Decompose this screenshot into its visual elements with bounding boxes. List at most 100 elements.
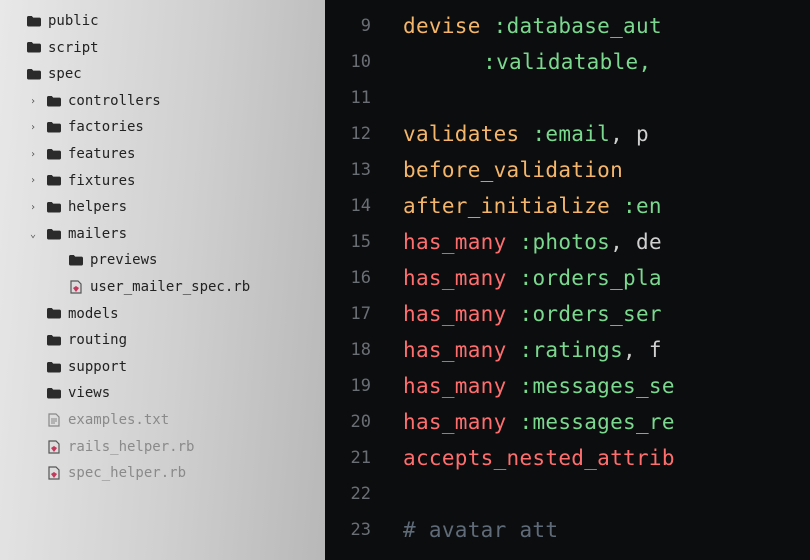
text-file-icon (46, 413, 62, 427)
folder-icon (46, 362, 62, 373)
code-token (507, 338, 520, 362)
chevron-icon: › (30, 118, 40, 137)
code-token: has_many (403, 374, 507, 398)
code-line[interactable]: has_many :orders_ser (403, 296, 810, 332)
code-token (507, 266, 520, 290)
code-token (507, 302, 520, 326)
tree-item[interactable]: user_mailer_spec.rb (6, 274, 325, 301)
code-token: has_many (403, 230, 507, 254)
tree-item[interactable]: spec_helper.rb (6, 460, 325, 487)
chevron-icon: ⌄ (30, 225, 40, 244)
code-token (520, 122, 533, 146)
code-line[interactable]: has_many :messages_re (403, 404, 810, 440)
tree-item-label: support (68, 354, 127, 381)
code-token (470, 50, 483, 74)
tree-item[interactable]: models (6, 301, 325, 328)
chevron-icon: › (30, 145, 40, 164)
tree-item-label: features (68, 141, 135, 168)
line-number: 20 (325, 404, 371, 440)
code-line[interactable]: devise :database_aut (403, 8, 810, 44)
code-line[interactable]: has_many :ratings, f (403, 332, 810, 368)
code-editor[interactable]: 91011121314151617181920212223 devise :da… (325, 0, 810, 560)
folder-icon (46, 335, 62, 346)
code-token (507, 230, 520, 254)
tree-item-label: script (48, 35, 99, 62)
code-token: , p (610, 122, 649, 146)
code-token: has_many (403, 302, 507, 326)
code-line[interactable]: has_many :messages_se (403, 368, 810, 404)
code-token (507, 374, 520, 398)
code-token: :orders_pla (520, 266, 662, 290)
tree-item-label: factories (68, 114, 144, 141)
tree-item-label: previews (90, 247, 157, 274)
line-number: 12 (325, 116, 371, 152)
code-token: validates (403, 122, 520, 146)
tree-item[interactable]: › features (6, 141, 325, 168)
code-line[interactable]: validates :email, p (403, 116, 810, 152)
tree-item[interactable]: spec (6, 61, 325, 88)
code-token: :messages_se (520, 374, 675, 398)
line-number-gutter: 91011121314151617181920212223 (325, 0, 385, 560)
tree-item[interactable]: public (6, 8, 325, 35)
code-token: :messages_re (520, 410, 675, 434)
code-line[interactable]: after_initialize :en (403, 188, 810, 224)
tree-item[interactable]: routing (6, 327, 325, 354)
folder-icon (46, 122, 62, 133)
folder-icon (26, 69, 42, 80)
tree-item[interactable]: rails_helper.rb (6, 434, 325, 461)
code-line[interactable]: accepts_nested_attrib (403, 440, 810, 476)
folder-icon (46, 308, 62, 319)
folder-icon (68, 255, 84, 266)
code-token: :orders_ser (520, 302, 662, 326)
folder-icon (46, 96, 62, 107)
tree-item[interactable]: script (6, 35, 325, 62)
line-number: 21 (325, 440, 371, 476)
folder-icon (26, 42, 42, 53)
tree-item[interactable]: ›controllers (6, 88, 325, 115)
code-token: before_validation (403, 158, 623, 182)
tree-item-label: models (68, 301, 119, 328)
tree-item[interactable]: previews (6, 247, 325, 274)
chevron-icon: › (30, 198, 40, 217)
tree-item[interactable]: ›fixtures (6, 168, 325, 195)
folder-icon (46, 202, 62, 213)
folder-icon (46, 149, 62, 160)
line-number: 16 (325, 260, 371, 296)
code-line[interactable]: has_many :photos, de (403, 224, 810, 260)
line-number: 11 (325, 80, 371, 116)
tree-item[interactable]: examples.txt (6, 407, 325, 434)
line-number: 23 (325, 512, 371, 548)
code-line[interactable]: has_many :orders_pla (403, 260, 810, 296)
code-token: has_many (403, 410, 507, 434)
code-line[interactable]: :validatable, (403, 44, 810, 80)
file-tree[interactable]: publicscriptspec›controllers›factories›f… (0, 0, 325, 560)
chevron-icon: › (30, 92, 40, 111)
tree-item[interactable]: › factories (6, 114, 325, 141)
tree-item-label: rails_helper.rb (68, 434, 194, 461)
code-area[interactable]: devise :database_aut :validatable, valid… (385, 0, 810, 560)
tree-item-label: user_mailer_spec.rb (90, 274, 250, 301)
code-token: # avatar att (403, 518, 558, 542)
line-number: 13 (325, 152, 371, 188)
code-line[interactable] (403, 80, 810, 116)
code-token: , de (610, 230, 662, 254)
tree-item[interactable]: ⌄mailers (6, 221, 325, 248)
code-line[interactable]: # avatar att (403, 512, 810, 548)
tree-item-label: routing (68, 327, 127, 354)
code-token: :email (532, 122, 610, 146)
tree-item[interactable]: ›helpers (6, 194, 325, 221)
tree-item-label: examples.txt (68, 407, 169, 434)
tree-item-label: spec_helper.rb (68, 460, 186, 487)
code-token: :database_aut (494, 14, 662, 38)
code-line[interactable] (403, 476, 810, 512)
tree-item[interactable]: support (6, 354, 325, 381)
line-number: 22 (325, 476, 371, 512)
line-number: 17 (325, 296, 371, 332)
line-number: 10 (325, 44, 371, 80)
code-token: has_many (403, 338, 507, 362)
code-line[interactable]: before_validation (403, 152, 810, 188)
tree-item[interactable]: views (6, 380, 325, 407)
code-token (507, 410, 520, 434)
tree-item-label: spec (48, 61, 82, 88)
line-number: 15 (325, 224, 371, 260)
